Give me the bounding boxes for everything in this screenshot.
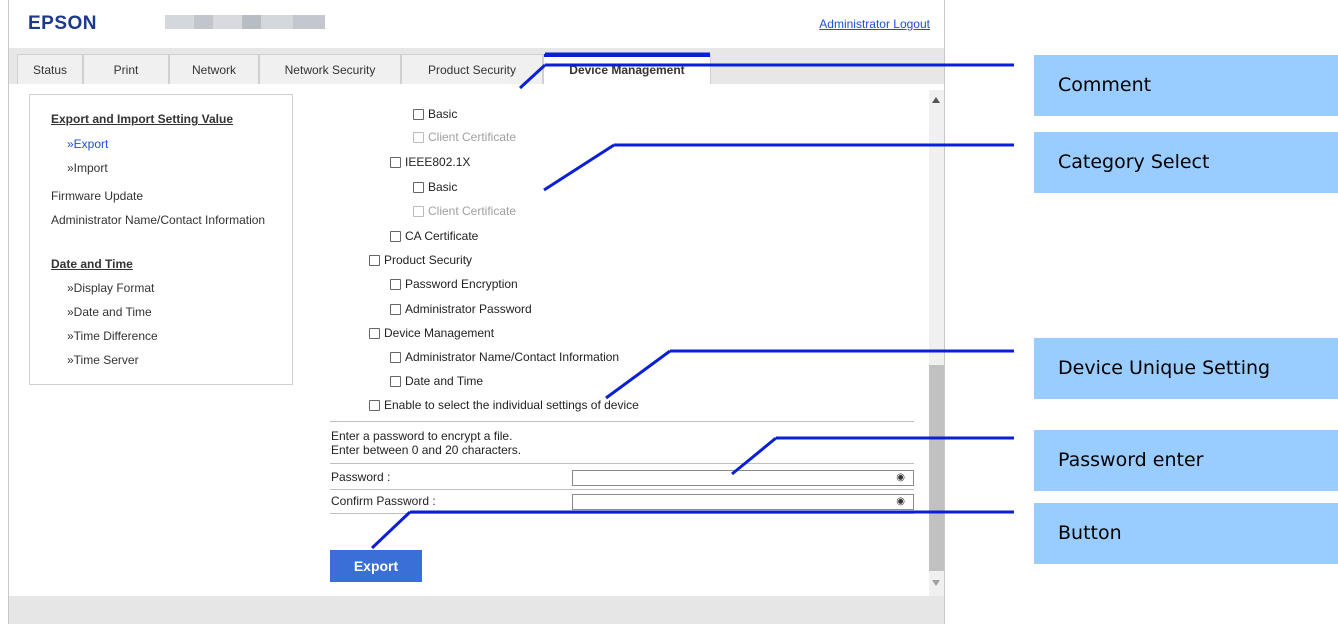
callout-device-unique-setting: Device Unique Setting [1034,338,1338,399]
leader-line-device-unique-setting [605,349,671,400]
leader-line-button [370,510,412,550]
leader-line-category-select [543,143,615,192]
callout-category-select: Category Select [1034,132,1338,193]
leader-line-comment [518,63,547,90]
callout-comment: Comment [1034,55,1338,116]
leader-line-password-enter [731,436,777,476]
callout-button: Button [1034,503,1338,564]
callout-password-enter: Password enter [1034,430,1338,491]
